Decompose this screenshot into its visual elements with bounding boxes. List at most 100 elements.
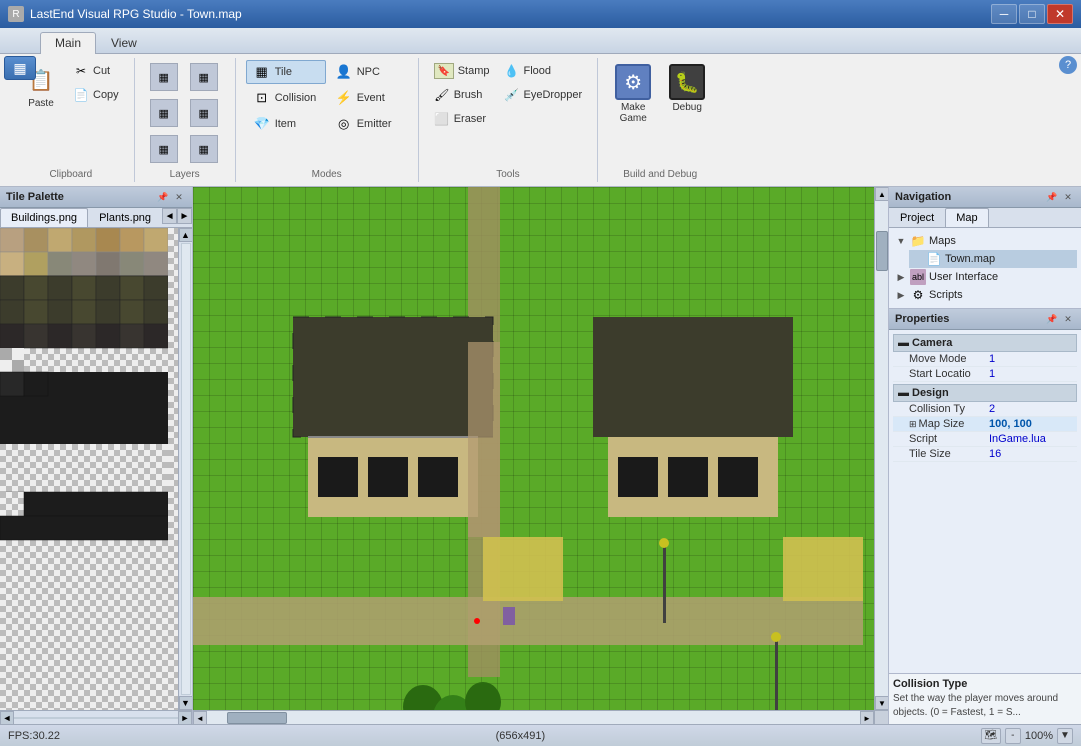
properties-close[interactable]: ✕ [1061,312,1075,326]
palette-nav-left[interactable]: ◄ [162,208,177,224]
maximize-button[interactable]: □ [1019,4,1045,24]
title-bar-buttons: ─ □ ✕ [991,4,1073,24]
tree-item-maps[interactable]: ▼ 📁 Maps [893,232,1077,250]
app-icon: R [8,6,24,22]
eyedropper-button[interactable]: 💉 EyeDropper [498,84,587,106]
navigation-pin[interactable]: 📌 [1045,190,1059,204]
script-label: Script [909,433,989,445]
collision-type-value[interactable]: 2 [989,403,1073,415]
cut-button[interactable]: ✂ Cut [68,60,124,82]
nav-tab-project[interactable]: Project [889,208,945,227]
collision-mode-button[interactable]: ⊡ Collision [246,86,326,110]
properties-pin[interactable]: 📌 [1045,312,1059,326]
camera-section-header[interactable]: ▬ Camera [893,334,1077,352]
layer-icon-5: ▦ [150,135,178,163]
canvas-scroll-h-track[interactable] [207,711,860,724]
expand-maps[interactable]: ▼ [895,235,907,247]
tile-palette-pin[interactable]: 📌 [156,190,170,204]
tree-item-ui[interactable]: ▶ abl User Interface [893,268,1077,286]
zoom-map-icon[interactable]: 🗺 [981,728,1001,744]
tile-palette-title: Tile Palette [6,191,64,203]
maps-label: Maps [929,235,956,247]
expand-scripts[interactable]: ▶ [895,289,907,301]
tab-buildings[interactable]: Buildings.png [0,208,88,227]
map-size-label: ⊞ Map Size [909,418,989,430]
npc-mode-button[interactable]: 👤 NPC [328,60,408,84]
layer-btn-6[interactable]: ▦ [185,132,223,166]
ribbon-group-build-debug: ⚙ MakeGame 🐛 Debug Build and Debug [598,58,722,182]
zoom-dropdown-button[interactable]: ▼ [1057,728,1073,744]
zoom-out-button[interactable]: - [1005,728,1021,744]
item-mode-button[interactable]: 💎 Item [246,112,326,136]
brush-button[interactable]: 🖌 Brush [429,84,495,106]
ribbon-menu-button[interactable]: ▦ [4,56,36,80]
map-size-expand[interactable]: ⊞ [909,419,917,430]
tools-col-2: 💧 Flood 💉 EyeDropper [498,60,587,106]
palette-scroll-h-track[interactable] [14,717,178,719]
debug-button[interactable]: 🐛 Debug [662,60,712,117]
move-mode-label: Move Mode [909,353,989,365]
tab-view[interactable]: View [96,32,152,53]
canvas-scroll-v-thumb[interactable] [876,231,888,271]
scripts-icon: ⚙ [910,287,926,303]
stamp-button[interactable]: 🔖 Stamp [429,60,495,82]
layer-btn-4[interactable]: ▦ [185,96,223,130]
palette-scroll-up[interactable]: ▲ [179,228,193,242]
palette-scroll-down[interactable]: ▼ [179,696,193,710]
move-mode-value[interactable]: 1 [989,353,1073,365]
prop-section-design: ▬ Design Collision Ty 2 ⊞ Map Size 100, … [893,384,1077,462]
canvas-scroll-left[interactable]: ◄ [193,711,207,724]
palette-scroll-right[interactable]: ► [178,711,192,725]
tree-item-scripts[interactable]: ▶ ⚙ Scripts [893,286,1077,304]
props-desc-title: Collision Type [893,678,1077,690]
design-section-header[interactable]: ▬ Design [893,384,1077,402]
tile-size-value[interactable]: 16 [989,448,1073,460]
navigation-close[interactable]: ✕ [1061,190,1075,204]
map-size-value[interactable]: 100, 100 [989,418,1073,430]
palette-scroll-track[interactable] [181,243,191,695]
properties-panel: Properties 📌 ✕ ▬ Camera Move Mode 1 [889,309,1081,724]
ribbon-group-tools: 🔖 Stamp 🖌 Brush ⬜ Eraser 💧 Fl [419,58,599,182]
palette-nav-right[interactable]: ► [177,208,192,224]
layer-btn-3[interactable]: ▦ [145,96,183,130]
event-mode-button[interactable]: ⚡ Event [328,86,408,110]
layer-icon-1: ▦ [150,63,178,91]
collision-type-label: Collision Ty [909,403,989,415]
canvas-scroll-up[interactable]: ▲ [875,187,888,201]
canvas-scroll-down[interactable]: ▼ [875,696,888,710]
flood-button[interactable]: 💧 Flood [498,60,587,82]
modes-items: ▦ Tile 👤 NPC ⊡ Collision ⚡ Event [246,60,408,150]
close-button[interactable]: ✕ [1047,4,1073,24]
help-button[interactable]: ? [1059,56,1077,74]
make-game-icon: ⚙ [615,64,651,100]
canvas-scroll-right[interactable]: ► [860,711,874,724]
tools-col: 🔖 Stamp 🖌 Brush ⬜ Eraser [429,60,495,130]
canvas-scroll-h-thumb[interactable] [227,712,287,724]
minimize-button[interactable]: ─ [991,4,1017,24]
debug-icon: 🐛 [669,64,705,100]
tab-plants[interactable]: Plants.png [88,208,162,227]
script-value[interactable]: InGame.lua [989,433,1073,445]
palette-scroll-left[interactable]: ◄ [0,711,14,725]
make-game-button[interactable]: ⚙ MakeGame [608,60,658,128]
expand-ui[interactable]: ▶ [895,271,907,283]
eraser-button[interactable]: ⬜ Eraser [429,108,495,130]
tree-item-townmap[interactable]: ▶ 📄 Town.map [909,250,1077,268]
copy-button[interactable]: 📄 Copy [68,84,124,106]
tile-mode-button[interactable]: ▦ Tile [246,60,326,84]
palette-canvas[interactable] [0,228,192,710]
tab-main[interactable]: Main [40,32,96,54]
nav-tab-map[interactable]: Map [945,208,988,227]
prop-tile-size: Tile Size 16 [893,447,1077,462]
map-canvas-area[interactable]: ▲ ▼ ◄ ► [193,187,888,724]
layer-btn-5[interactable]: ▦ [145,132,183,166]
start-location-value[interactable]: 1 [989,368,1073,380]
tile-palette-close[interactable]: ✕ [172,190,186,204]
layer-btn-1[interactable]: ▦ [145,60,183,94]
canvas-scroll-v-track[interactable] [875,201,888,696]
ribbon: ▦ Main View ? 📋 Paste ✂ Cut 📄 [0,28,1081,187]
layer-btn-2[interactable]: ▦ [185,60,223,94]
ui-label: User Interface [929,271,998,283]
emitter-mode-button[interactable]: ◎ Emitter [328,112,408,136]
tile-palette-tabs: Buildings.png Plants.png ◄ ► [0,208,192,228]
